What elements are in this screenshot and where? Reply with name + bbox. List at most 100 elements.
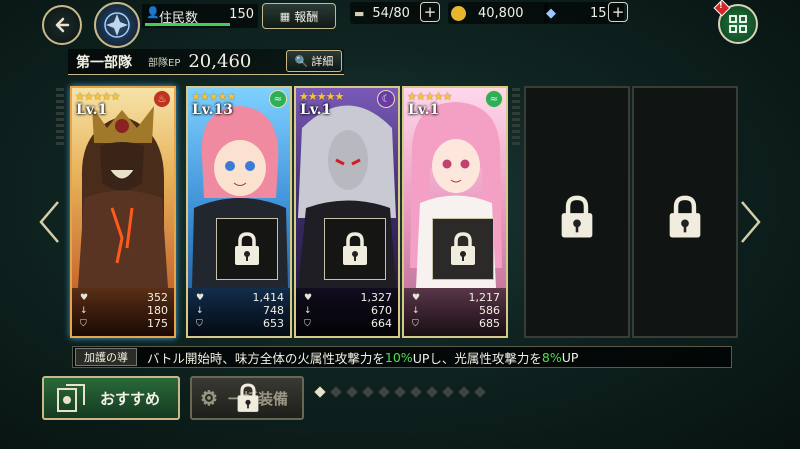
heart-icon: ♥: [304, 292, 313, 303]
card-atk: 586: [479, 304, 500, 317]
lock-icon: [451, 232, 475, 265]
back-arrow-icon: [55, 17, 70, 33]
character-card-3[interactable]: ★★★★★ Lv.1 ☾ ♥ 1,327 ↓ 670 ⛉ 664: [294, 86, 400, 338]
protection-label: 加護の導: [75, 348, 137, 366]
character-card-2[interactable]: ★★★★★ Lv.13 ≈ ♥ 1,414 ↓ 748 ⛉ 653: [186, 86, 292, 338]
detail-button[interactable]: 🔍 詳細: [286, 50, 342, 72]
person-icon: 👤: [146, 6, 160, 19]
page-dot[interactable]: [314, 386, 326, 398]
card-hp: 1,217: [468, 291, 501, 304]
fire-element-icon: ♨: [153, 90, 171, 108]
recommend-icon: [54, 382, 90, 414]
gold-panel: 40,800: [448, 2, 548, 24]
character-card-1[interactable]: ★★★★★ Lv.1 ♨ ♥ 352 ↓ 180 ⛉ 175: [70, 86, 176, 338]
page-dot[interactable]: [410, 386, 422, 398]
capacity-plus-button[interactable]: +: [420, 2, 440, 22]
bed-icon: ▬: [354, 6, 365, 20]
wind-element-icon: ≈: [485, 90, 503, 108]
page-dot[interactable]: [346, 386, 358, 398]
protection-text-2: UPし、光属性攻撃力を: [412, 350, 542, 366]
lock-icon: [669, 195, 701, 238]
page-dot[interactable]: [442, 386, 454, 398]
residents-bar: [145, 23, 230, 26]
residents-panel: 👤 住民数 150: [142, 4, 258, 28]
sword-icon: ↓: [412, 305, 420, 316]
card-def: 685: [479, 317, 500, 330]
equip-lock-overlay: [230, 380, 266, 416]
next-page-arrow[interactable]: [740, 200, 762, 254]
card-atk: 670: [371, 304, 392, 317]
card-stats: ♥ 352 ↓ 180 ⛉ 175: [72, 288, 174, 336]
gear-icon: ⚙: [200, 386, 218, 410]
protection-value-1: 10%: [384, 349, 413, 365]
party-ep-label: 部隊EP: [148, 58, 181, 69]
empty-slot-5[interactable]: [524, 86, 630, 338]
page-dot[interactable]: [426, 386, 438, 398]
card-def: 175: [147, 317, 168, 330]
party-name: 第一部隊: [76, 54, 132, 71]
reward-label: 報酬: [294, 9, 319, 24]
player-avatar[interactable]: [94, 2, 140, 48]
side-ornament-right: [512, 88, 520, 148]
page-indicator: [312, 386, 488, 398]
card-hp: 1,414: [252, 291, 285, 304]
lock-icon: [343, 232, 367, 265]
lock-icon: [235, 232, 259, 265]
coin-icon: [451, 5, 466, 21]
recommend-button[interactable]: おすすめ: [42, 376, 180, 420]
detail-label: 詳細: [311, 55, 334, 68]
residents-value: 150: [229, 7, 254, 22]
shield-icon: ⛉: [80, 318, 87, 329]
lock-slot[interactable]: [324, 218, 386, 280]
alert-badge-text: !: [719, 1, 723, 10]
card-stats: ♥ 1,217 ↓ 586 ⛉ 685: [404, 288, 506, 336]
page-dot[interactable]: [394, 386, 406, 398]
back-button[interactable]: [42, 5, 82, 45]
dark-element-icon: ☾: [377, 90, 395, 108]
magnifier-icon: 🔍: [294, 54, 309, 68]
card-stats: ♥ 1,327 ↓ 670 ⛉ 664: [296, 288, 398, 336]
lock-icon: [561, 195, 593, 238]
lock-slot[interactable]: [432, 218, 494, 280]
page-dot[interactable]: [330, 386, 342, 398]
character-card-4[interactable]: ★★★★★ Lv.1 ≈ ♥ 1,217 ↓ 586 ⛉ 685: [402, 86, 508, 338]
heart-icon: ♥: [80, 292, 89, 303]
page-dot[interactable]: [458, 386, 470, 398]
shield-icon: ⛉: [196, 318, 203, 329]
capacity-value: 54/80: [372, 5, 410, 21]
page-dot[interactable]: [362, 386, 374, 398]
card-atk: 748: [263, 304, 284, 317]
page-dot[interactable]: [474, 386, 486, 398]
lock-slot[interactable]: [216, 218, 278, 280]
chevron-left-icon: [39, 201, 59, 243]
shield-icon: ⛉: [412, 318, 419, 329]
empty-slot-6[interactable]: [632, 86, 738, 338]
card-level: Lv.13: [192, 102, 233, 118]
protection-skill-bar: 加護の導 バトル開始時、味方全体の火属性攻撃力を 10% UPし、光属性攻撃力を…: [72, 346, 732, 368]
lock-icon: [237, 383, 259, 412]
card-stats: ♥ 1,414 ↓ 748 ⛉ 653: [188, 288, 290, 336]
heart-icon: ♥: [196, 292, 205, 303]
gold-value: 40,800: [478, 5, 524, 21]
card-level: Lv.1: [300, 102, 332, 118]
protection-text-3: UP: [561, 349, 579, 365]
reward-button[interactable]: ▦ 報酬: [262, 3, 336, 29]
grid-menu-icon: [729, 15, 747, 33]
prev-page-arrow[interactable]: [38, 200, 60, 254]
card-level: Lv.1: [76, 102, 108, 118]
protection-value-2: 8%: [541, 349, 562, 365]
card-def: 664: [371, 317, 392, 330]
card-hp: 352: [147, 291, 168, 304]
card-atk: 180: [147, 304, 168, 317]
chevron-right-icon: [741, 201, 761, 243]
sword-icon: ↓: [196, 305, 204, 316]
card-level: Lv.1: [408, 102, 440, 118]
reward-icon: ▦: [279, 9, 291, 23]
crystal-plus-button[interactable]: +: [608, 2, 628, 22]
party-ep-value: 20,460: [188, 51, 252, 72]
card-hp: 1,327: [360, 291, 393, 304]
page-dot[interactable]: [378, 386, 390, 398]
heart-icon: ♥: [412, 292, 421, 303]
shield-icon: ⛉: [304, 318, 311, 329]
emblem-icon: [104, 12, 130, 38]
